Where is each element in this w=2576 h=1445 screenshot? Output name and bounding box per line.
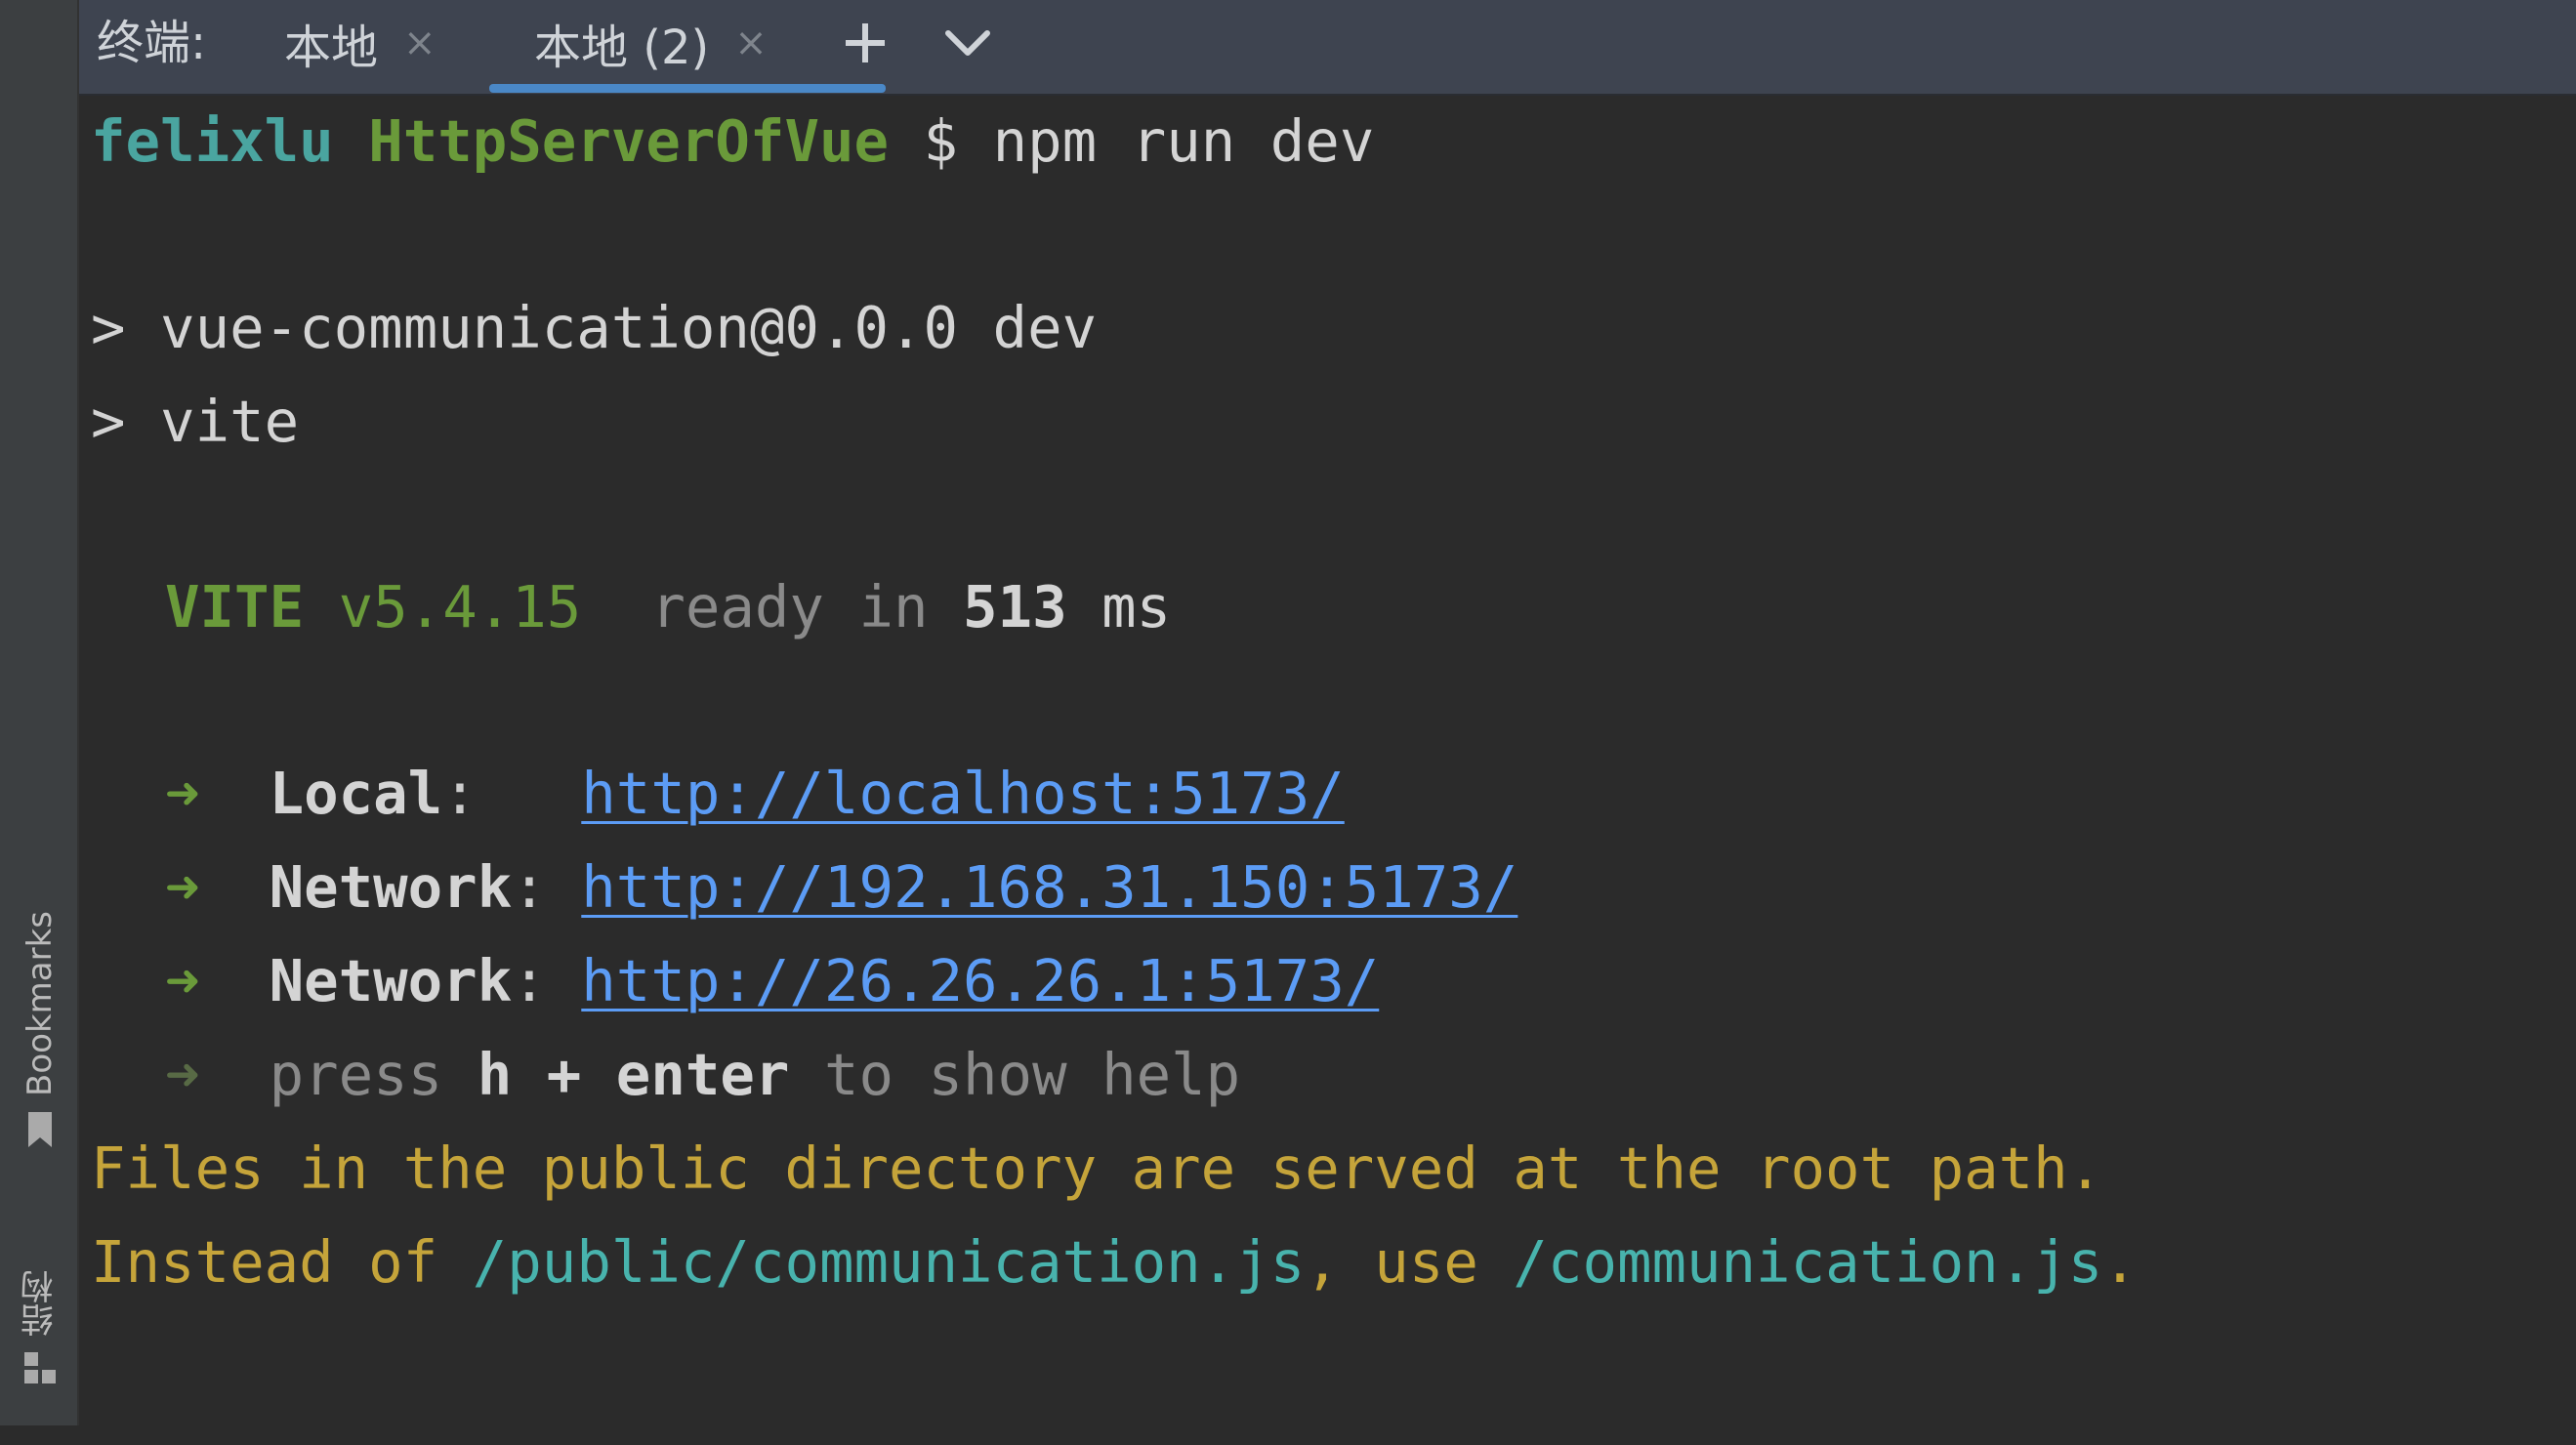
warning-line: Instead of /public/communication.js, use… bbox=[91, 1228, 2138, 1296]
script-line: > vite bbox=[91, 388, 300, 455]
help-hint-line: ➜ press h + enter to show help bbox=[165, 1041, 1241, 1108]
add-tab-button[interactable] bbox=[831, 14, 899, 72]
plus-icon bbox=[846, 23, 885, 62]
terminal-tab-bar: 终端: 本地 × 本地 (2) × bbox=[79, 0, 2576, 96]
arrow-icon: ➜ bbox=[165, 760, 200, 827]
bookmark-icon bbox=[27, 1111, 52, 1147]
network-url-link[interactable]: http://192.168.31.150:5173/ bbox=[581, 853, 1517, 921]
structure-icon bbox=[23, 1352, 56, 1383]
tab-dropdown-button[interactable] bbox=[934, 14, 1002, 72]
command-text: npm run dev bbox=[992, 107, 1375, 175]
tab-label: 本地 (2) bbox=[534, 21, 710, 75]
prompt-directory: HttpServerOfVue bbox=[368, 107, 890, 175]
ready-time: 513 bbox=[963, 573, 1067, 640]
tab-label: 本地 bbox=[284, 21, 379, 75]
chevron-down-icon bbox=[945, 30, 990, 56]
network-url-line: ➜ Network: http://26.26.26.1:5173/ bbox=[165, 947, 1380, 1014]
prompt-user: felixlu bbox=[91, 107, 334, 175]
arrow-icon: ➜ bbox=[165, 1041, 200, 1108]
close-icon[interactable]: × bbox=[403, 21, 436, 65]
vite-name: VITE bbox=[165, 573, 305, 640]
structure-tool-button[interactable]: 结构 bbox=[0, 1240, 79, 1416]
close-icon[interactable]: × bbox=[734, 21, 768, 65]
warning-line: Files in the public directory are served… bbox=[91, 1135, 2103, 1202]
bookmarks-label: Bookmarks bbox=[20, 911, 60, 1096]
bookmarks-tool-button[interactable]: Bookmarks bbox=[0, 884, 79, 1177]
arrow-icon: ➜ bbox=[165, 947, 200, 1014]
prompt-symbol: $ bbox=[923, 107, 959, 175]
local-url-link[interactable]: http://localhost:5173/ bbox=[581, 760, 1344, 827]
vite-version: v5.4.15 bbox=[338, 573, 582, 640]
structure-label: 结构 bbox=[21, 1270, 60, 1337]
network-url-line: ➜ Network: http://192.168.31.150:5173/ bbox=[165, 853, 1518, 921]
terminal-title: 终端: bbox=[97, 16, 207, 70]
vite-ready-line: VITE v5.4.15 ready in 513 ms bbox=[165, 573, 1172, 640]
network-url-link[interactable]: http://26.26.26.1:5173/ bbox=[581, 947, 1379, 1014]
arrow-icon: ➜ bbox=[165, 853, 200, 921]
script-line: > vue-communication@0.0.0 dev bbox=[91, 294, 1098, 361]
left-tool-strip: Bookmarks 结构 bbox=[0, 0, 79, 1425]
active-tab-indicator bbox=[489, 84, 886, 93]
tab-local-2[interactable]: 本地 (2) × bbox=[534, 14, 768, 75]
local-url-line: ➜ Local: http://localhost:5173/ bbox=[165, 760, 1345, 827]
prompt-line: felixlu HttpServerOfVue $ npm run dev bbox=[91, 103, 1374, 181]
terminal-output[interactable]: felixlu HttpServerOfVue $ npm run dev > … bbox=[79, 98, 2576, 1425]
tab-local[interactable]: 本地 × bbox=[284, 14, 436, 75]
